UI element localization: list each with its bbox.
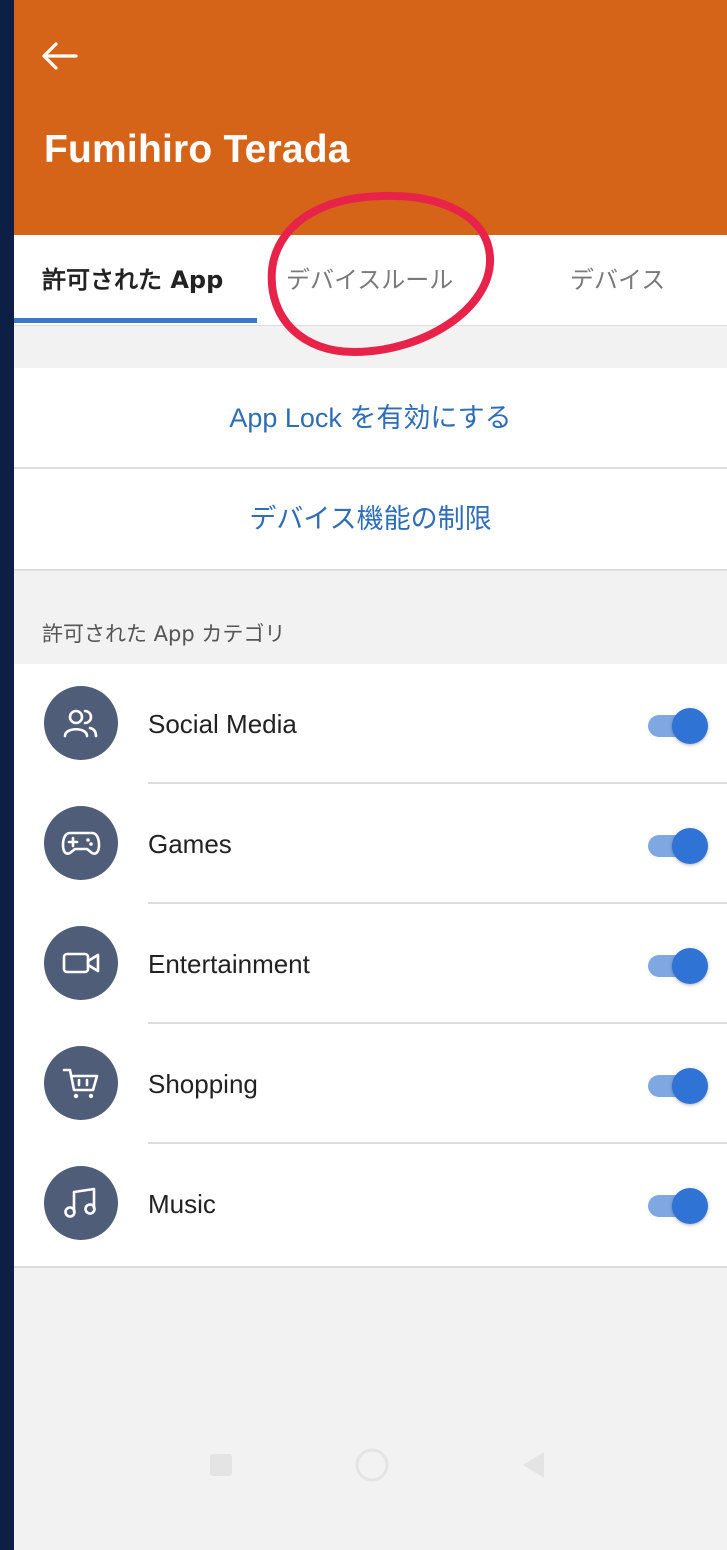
category-item-games: Games bbox=[14, 784, 727, 904]
games-toggle[interactable] bbox=[646, 828, 708, 864]
toggle-knob bbox=[672, 1188, 708, 1224]
divider bbox=[14, 569, 727, 571]
music-toggle[interactable] bbox=[646, 1188, 708, 1224]
category-label: Social Media bbox=[148, 709, 297, 739]
category-item-social-media: Social Media bbox=[14, 664, 727, 784]
recents-button[interactable] bbox=[208, 1452, 234, 1482]
gamepad-icon bbox=[44, 806, 118, 880]
active-tab-indicator bbox=[14, 318, 257, 323]
category-item-entertainment: Entertainment bbox=[14, 904, 727, 1024]
category-label: Music bbox=[148, 1189, 216, 1219]
shopping-toggle[interactable] bbox=[646, 1068, 708, 1104]
app-screen: Fumihiro Terada 許可された App デバイスルール デバイス A… bbox=[14, 0, 727, 1550]
tab-devices[interactable]: デバイス bbox=[570, 235, 665, 325]
music-note-icon bbox=[44, 1166, 118, 1240]
category-list: Social Media Games Entertainment Shoppin… bbox=[14, 664, 727, 1268]
video-camera-icon bbox=[44, 926, 118, 1000]
social-media-toggle[interactable] bbox=[646, 708, 708, 744]
square-icon bbox=[210, 1454, 232, 1476]
toggle-knob bbox=[672, 1068, 708, 1104]
toggle-knob bbox=[672, 708, 708, 744]
back-nav-button[interactable] bbox=[520, 1450, 546, 1484]
system-nav-bar bbox=[14, 1410, 727, 1550]
category-item-shopping: Shopping bbox=[14, 1024, 727, 1144]
category-item-music: Music bbox=[14, 1144, 727, 1264]
tab-allowed-apps[interactable]: 許可された App bbox=[42, 235, 223, 325]
shopping-cart-icon bbox=[44, 1046, 118, 1120]
enable-app-lock-button[interactable]: App Lock を有効にする bbox=[14, 368, 727, 468]
people-icon bbox=[44, 686, 118, 760]
tab-device-rules[interactable]: デバイスルール bbox=[286, 235, 453, 325]
triangle-back-icon bbox=[523, 1452, 544, 1478]
page-title: Fumihiro Terada bbox=[44, 128, 350, 171]
back-arrow-icon bbox=[42, 42, 78, 70]
circle-icon bbox=[355, 1448, 389, 1482]
app-bar: Fumihiro Terada bbox=[14, 0, 727, 235]
toggle-knob bbox=[672, 948, 708, 984]
section-label: 許可された App カテゴリ bbox=[42, 622, 286, 646]
category-label: Games bbox=[148, 829, 232, 859]
category-label: Shopping bbox=[148, 1069, 258, 1099]
category-label: Entertainment bbox=[148, 949, 310, 979]
back-button[interactable] bbox=[36, 38, 80, 74]
tab-bar: 許可された App デバイスルール デバイス bbox=[14, 235, 727, 326]
home-button[interactable] bbox=[354, 1447, 390, 1487]
entertainment-toggle[interactable] bbox=[646, 948, 708, 984]
device-restrictions-button[interactable]: デバイス機能の制限 bbox=[14, 469, 727, 569]
toggle-knob bbox=[672, 828, 708, 864]
